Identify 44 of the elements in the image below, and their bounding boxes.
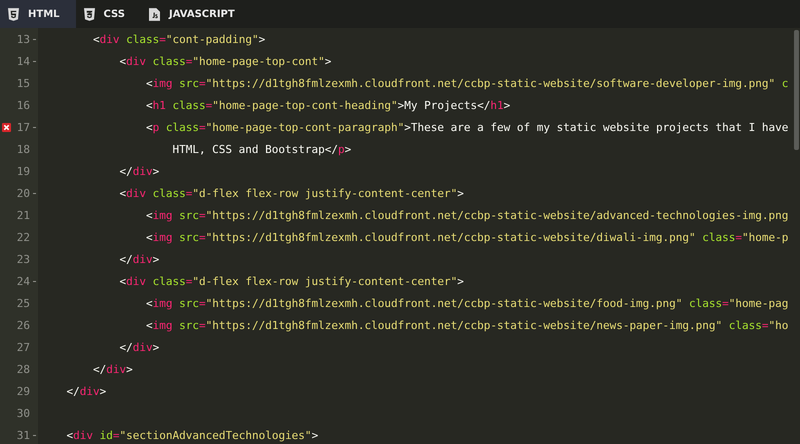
line-number: 29 [16, 384, 30, 398]
code-line: </div> [65, 384, 106, 398]
code-line: </div> [92, 362, 133, 376]
line-number: 16 [16, 98, 30, 112]
code-line: <div id="sectionAdvancedTechnologies"> [65, 428, 318, 442]
editor-tab[interactable]: CSS [76, 0, 141, 28]
code-line: <div class="d-flex flex-row justify-content-center"> [118, 274, 464, 288]
line-number: 18 [16, 142, 30, 156]
code-line: <div class="d-flex flex-row justify-content-center"> [118, 186, 464, 200]
line-number: 17 [16, 120, 30, 134]
line-number: 13 [16, 32, 30, 46]
html5-shield-icon [8, 8, 19, 20]
code-line: <p class="home-page-top-cont-paragraph">These are a few of my static website projects that I have [144, 120, 788, 134]
code-line: </div> [118, 340, 160, 354]
js-file-icon [149, 8, 160, 20]
line-number: 20 [16, 186, 30, 200]
line-number: 27 [16, 340, 30, 354]
code-line: </div> [118, 252, 160, 266]
code-line: HTML, CSS and Bootstrap</p> [171, 142, 352, 156]
line-number: 31 [16, 428, 30, 442]
code-line: <div class="home-page-top-cont"> [118, 54, 332, 68]
code-line: <div class="cont-padding"> [92, 32, 266, 46]
line-number: 15 [16, 76, 30, 90]
line-number: 14 [16, 54, 30, 68]
code-line: <img src="https://d1tgh8fmlzexmh.cloudfront.net/ccbp-static-website/advanced-technologies-img.png [144, 208, 788, 222]
scrollbar-thumb[interactable] [794, 30, 799, 150]
line-number: 30 [16, 406, 30, 420]
code-line: <h1 class="home-page-top-cont-heading">My Projects</h1> [144, 98, 510, 112]
line-number: 22 [16, 230, 30, 244]
line-number: 23 [16, 252, 30, 266]
code-line: <img src="https://d1tgh8fmlzexmh.cloudfront.net/ccbp-static-website/diwali-img.png" class="home-p [144, 230, 788, 244]
line-number: 26 [16, 318, 30, 332]
code-line: </div> [118, 164, 160, 178]
code-line: <img src="https://d1tgh8fmlzexmh.cloudfront.net/ccbp-static-website/food-img.png" class="home-pag [144, 296, 788, 310]
code-line: <img src="https://d1tgh8fmlzexmh.cloudfront.net/ccbp-static-website/software-developer-img.png" c [144, 76, 788, 90]
css3-shield-icon [84, 8, 95, 20]
line-number: 28 [16, 362, 30, 376]
editor-tab[interactable]: HTML [0, 0, 76, 28]
editor-tab[interactable]: JAVASCRIPT [141, 0, 251, 28]
line-number: 25 [16, 296, 30, 310]
code-line: <img src="https://d1tgh8fmlzexmh.cloudfront.net/ccbp-static-website/news-paper-img.png" class="ho [144, 318, 788, 332]
line-number: 19 [16, 164, 30, 178]
line-number: 21 [16, 208, 30, 222]
line-number: 24 [16, 274, 30, 288]
